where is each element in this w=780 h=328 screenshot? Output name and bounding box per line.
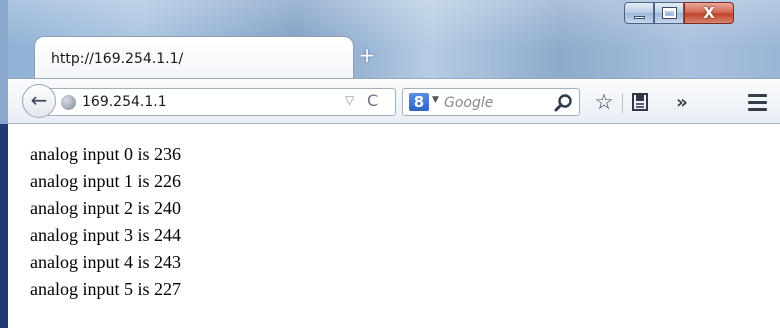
bookmarks-menu-icon[interactable] <box>626 87 654 117</box>
hamburger-menu-icon[interactable] <box>744 87 770 117</box>
navigation-toolbar: 169.254.1.1 ▽ C ← 8 ▼ Google ☆ » <box>8 78 780 124</box>
reload-icon[interactable]: C <box>367 91 378 110</box>
search-input[interactable]: Google <box>444 95 493 111</box>
toolbar-separator <box>622 93 623 113</box>
url-bar[interactable]: 169.254.1.1 ▽ C <box>48 88 396 116</box>
minimize-button[interactable] <box>624 2 654 24</box>
analog-reading-line: analog input 2 is 240 <box>30 198 181 218</box>
url-text[interactable]: 169.254.1.1 <box>82 94 167 110</box>
site-identity-globe-icon[interactable] <box>61 95 76 110</box>
maximize-button[interactable] <box>654 2 684 24</box>
back-arrow-icon: ← <box>30 88 48 112</box>
tab-title: http://169.254.1.1/ <box>51 51 184 67</box>
engine-dropdown-icon[interactable]: ▼ <box>432 95 439 105</box>
back-button[interactable]: ← <box>22 84 56 118</box>
analog-reading-line: analog input 1 is 226 <box>30 171 181 191</box>
overflow-chevron-icon[interactable]: » <box>670 87 694 117</box>
analog-reading-line: analog input 4 is 243 <box>30 252 181 272</box>
browser-window: X http://169.254.1.1/ + 169.254.1.1 ▽ C … <box>0 0 780 328</box>
window-controls: X <box>624 2 734 24</box>
analog-reading-line: analog input 0 is 236 <box>30 144 181 164</box>
google-engine-icon[interactable]: 8 <box>409 93 429 111</box>
window-frame-left-lower <box>0 124 8 328</box>
url-history-dropdown-icon[interactable]: ▽ <box>345 93 354 107</box>
analog-reading-line: analog input 3 is 244 <box>30 225 181 245</box>
close-button[interactable]: X <box>684 2 734 24</box>
page-content: analog input 0 is 236 analog input 1 is … <box>8 124 780 328</box>
search-bar[interactable]: 8 ▼ Google <box>402 88 580 116</box>
search-icon[interactable] <box>553 92 575 114</box>
bookmark-star-icon[interactable]: ☆ <box>590 87 618 117</box>
new-tab-button[interactable]: + <box>358 45 376 65</box>
tab-current-page[interactable]: http://169.254.1.1/ <box>34 36 354 78</box>
maximize-icon <box>661 7 677 19</box>
close-icon: X <box>703 4 715 22</box>
analog-reading-line: analog input 5 is 227 <box>30 279 181 299</box>
minimize-icon <box>633 15 645 19</box>
